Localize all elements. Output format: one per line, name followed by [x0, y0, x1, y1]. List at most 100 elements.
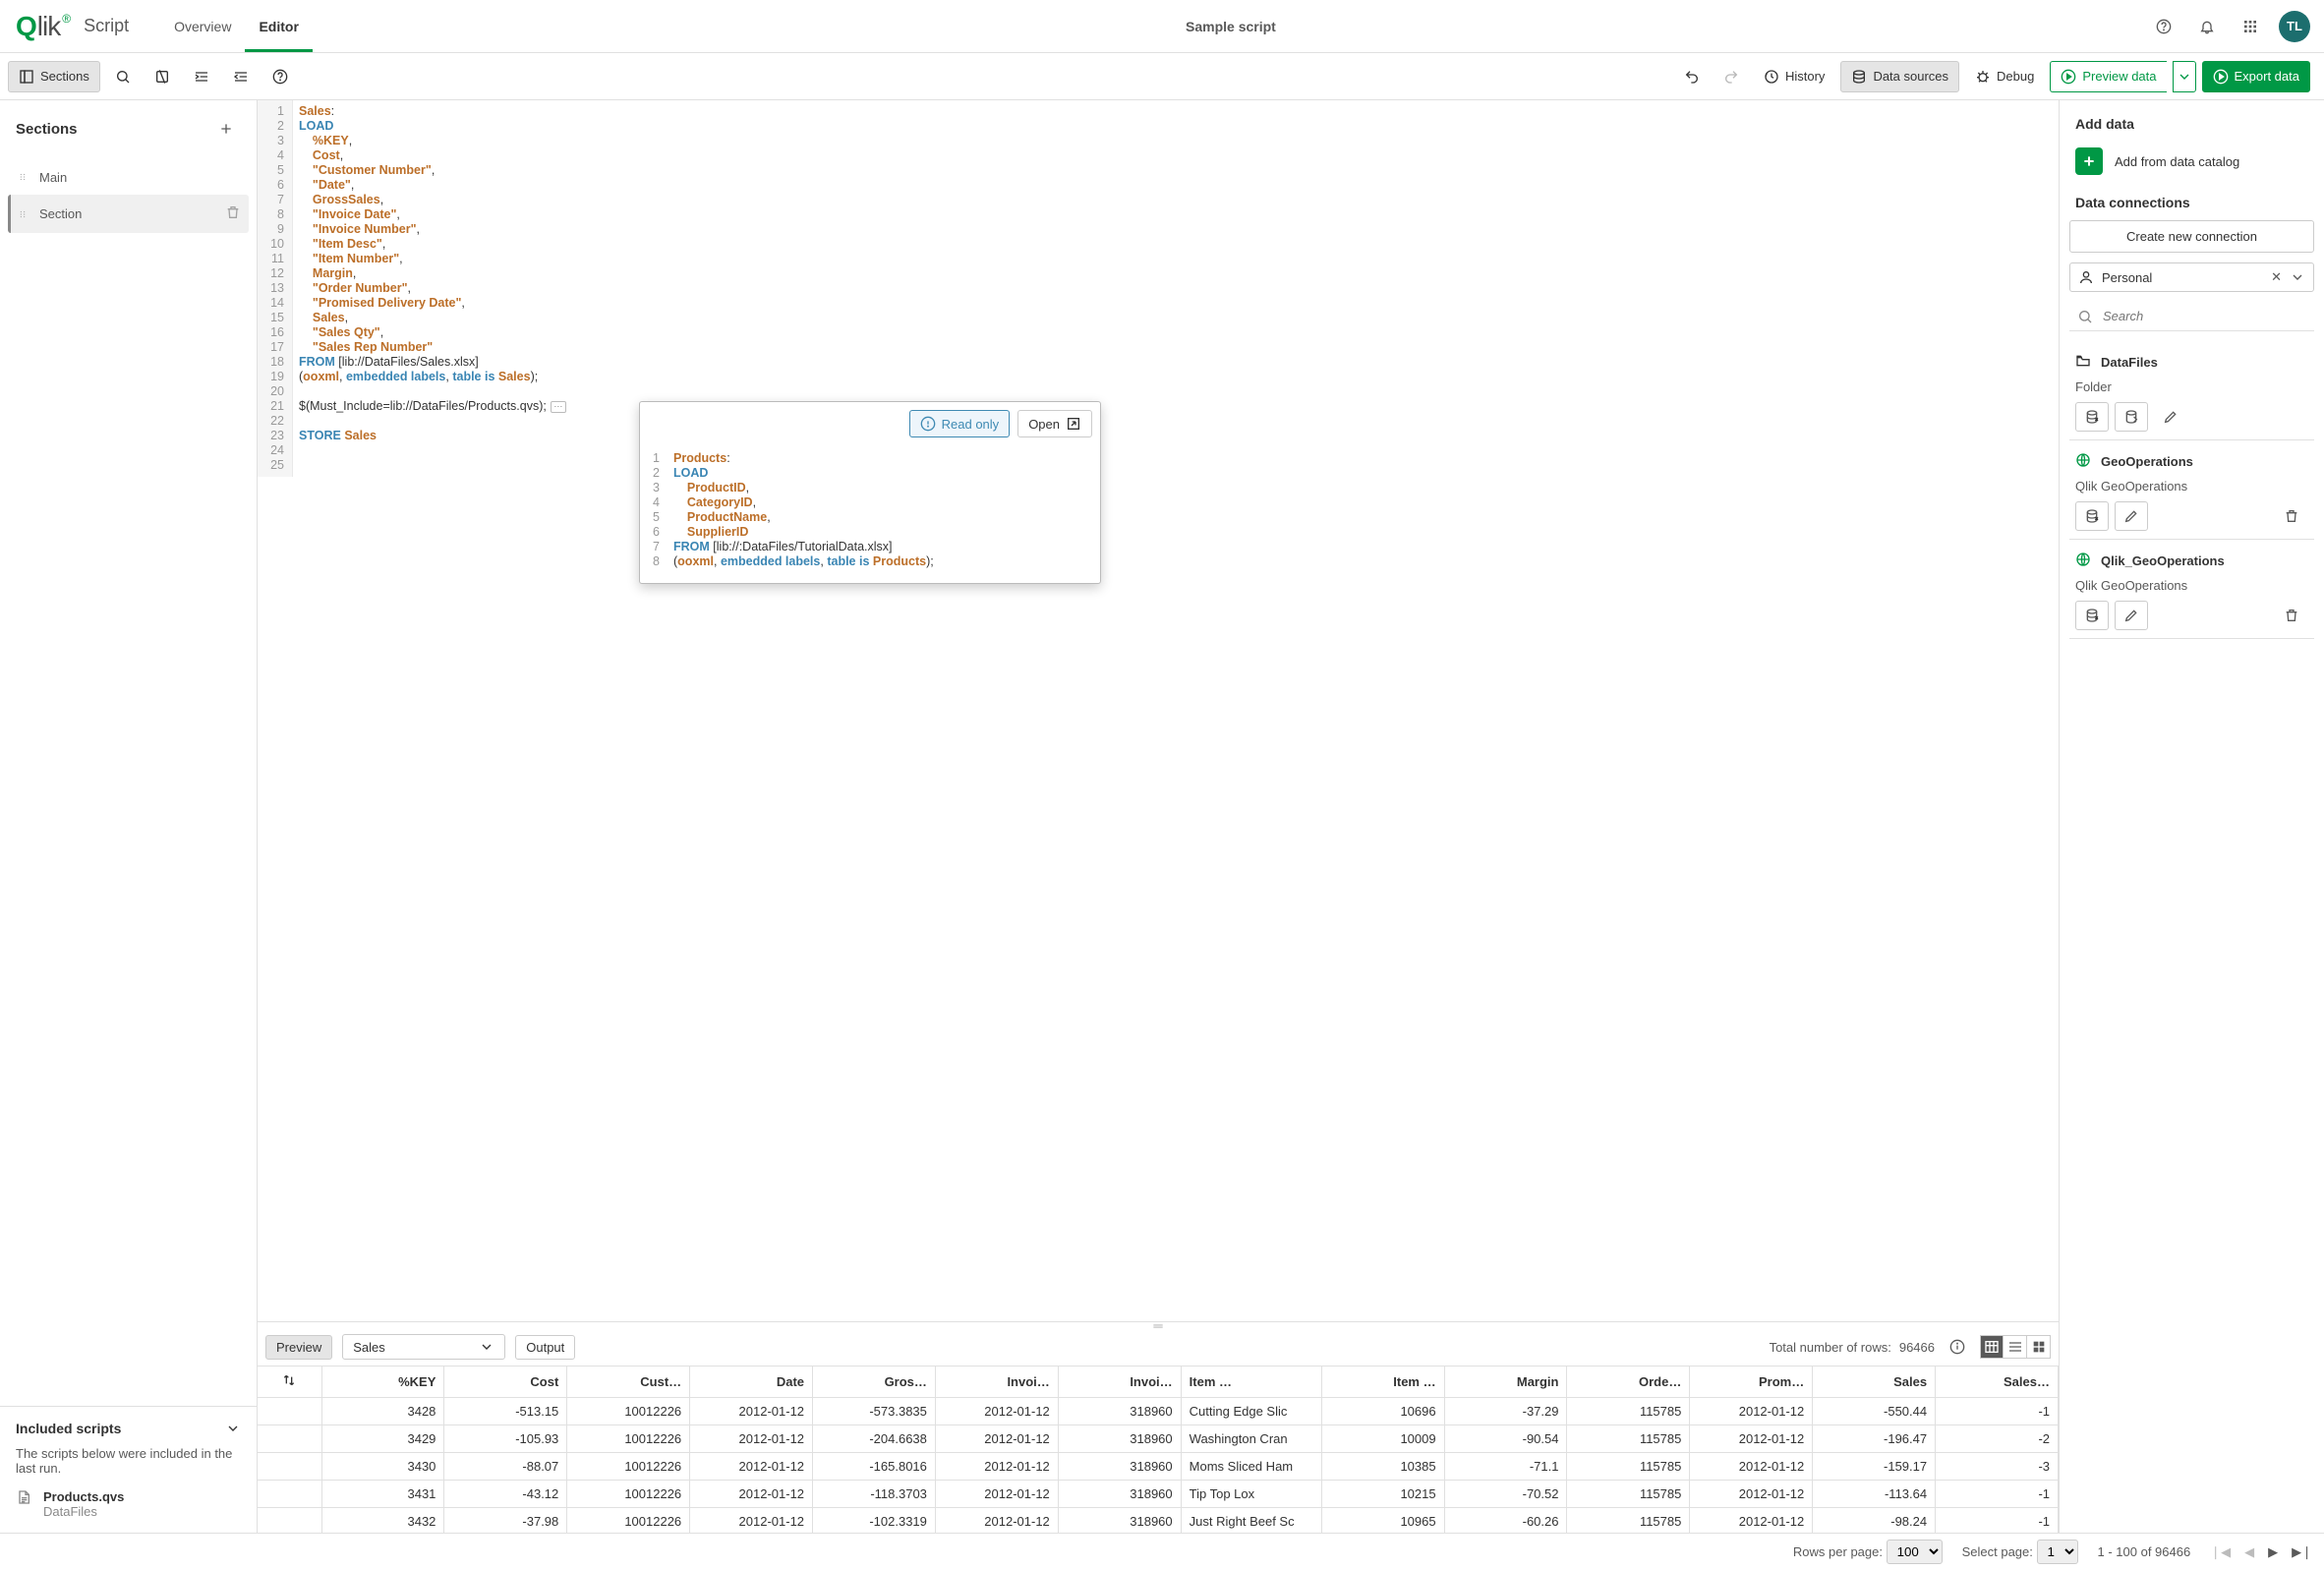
drag-handle-icon[interactable]	[16, 206, 29, 222]
undo-button[interactable]	[1675, 61, 1709, 92]
conn-action-edit[interactable]	[2115, 501, 2148, 531]
included-header[interactable]: Included scripts	[16, 1421, 241, 1436]
outdent-button[interactable]	[224, 61, 258, 92]
view-table[interactable]	[1980, 1335, 2004, 1359]
preview-panel: ═ Preview Sales Output Total number of r…	[258, 1321, 2059, 1533]
pager-last[interactable]: ▶❘	[2292, 1544, 2312, 1560]
add-data-title: Add data	[2075, 116, 2308, 132]
view-grid[interactable]	[2027, 1335, 2051, 1359]
pager-next[interactable]: ▶	[2268, 1544, 2278, 1560]
app-title: Script	[84, 16, 129, 36]
sort-column[interactable]	[258, 1366, 321, 1398]
conn-action-select[interactable]	[2075, 501, 2109, 531]
conn-action-select[interactable]	[2075, 402, 2109, 432]
tab-overview[interactable]: Overview	[160, 0, 245, 52]
output-button[interactable]: Output	[515, 1335, 575, 1360]
column-header[interactable]: Invoi…	[1058, 1366, 1181, 1398]
included-scripts: Included scripts The scripts below were …	[0, 1406, 257, 1533]
preview-data-dropdown[interactable]	[2173, 61, 2196, 92]
create-connection-button[interactable]: Create new connection	[2069, 220, 2314, 253]
chevron-down-icon[interactable]	[2290, 269, 2305, 285]
view-list[interactable]	[2004, 1335, 2027, 1359]
space-select[interactable]: Personal ✕	[2069, 262, 2314, 292]
toolbar-help-button[interactable]	[263, 61, 297, 92]
export-data-button[interactable]: Export data	[2202, 61, 2311, 92]
top-bar: Qlik® Script Overview Editor Sample scri…	[0, 0, 2324, 53]
clear-space[interactable]: ✕	[2271, 269, 2282, 285]
table-row: 3432-37.98100122262012-01-12-102.3319201…	[258, 1508, 2059, 1534]
column-header[interactable]: Cust…	[567, 1366, 690, 1398]
include-expand-icon[interactable]: ⋯	[551, 401, 566, 413]
search-input[interactable]	[2101, 308, 2306, 324]
conn-action-delete[interactable]	[2275, 501, 2308, 531]
included-script-entry[interactable]: Products.qvsDataFiles	[16, 1489, 241, 1519]
globe-icon	[2075, 452, 2091, 471]
column-header[interactable]: Date	[690, 1366, 813, 1398]
total-rows-value: 96466	[1899, 1340, 1935, 1355]
conn-action-edit-ghost[interactable]	[2154, 402, 2187, 432]
preview-table-select[interactable]: Sales	[342, 1334, 505, 1360]
history-button[interactable]: History	[1754, 61, 1834, 92]
section-label: Section	[39, 206, 82, 221]
column-header[interactable]: Prom…	[1690, 1366, 1813, 1398]
connections-title: Data connections	[2075, 195, 2308, 210]
sections-panel: Sections Main Section Included scripts T…	[0, 100, 258, 1533]
indent-button[interactable]	[185, 61, 218, 92]
doc-title: Sample script	[313, 19, 2149, 34]
pager-first[interactable]: ❘◀	[2210, 1544, 2231, 1560]
column-header[interactable]: Cost	[444, 1366, 567, 1398]
include-preview-popup: Read only Open 12345678 Products:LOAD Pr…	[639, 401, 1101, 584]
delete-section-button[interactable]	[225, 204, 241, 223]
column-header[interactable]: Sales…	[1936, 1366, 2059, 1398]
help-icon[interactable]	[2149, 12, 2179, 41]
apps-icon[interactable]	[2236, 12, 2265, 41]
connection-search[interactable]	[2069, 302, 2314, 331]
section-list: Main Section	[0, 151, 257, 241]
column-header[interactable]: %KEY	[321, 1366, 444, 1398]
conn-action-select[interactable]	[2075, 601, 2109, 630]
data-sources-button[interactable]: Data sources	[1840, 61, 1959, 92]
page-range: 1 - 100 of 96466	[2098, 1544, 2191, 1559]
add-section-button[interactable]	[211, 114, 241, 144]
conn-action-delete[interactable]	[2275, 601, 2308, 630]
included-desc: The scripts below were included in the l…	[16, 1446, 241, 1476]
column-header[interactable]: Orde…	[1567, 1366, 1690, 1398]
column-header[interactable]: Item …	[1321, 1366, 1444, 1398]
conn-action-edit[interactable]	[2115, 601, 2148, 630]
table-row: 3429-105.93100122262012-01-12-204.663820…	[258, 1425, 2059, 1453]
toolbar: Sections History Data sources Debug Prev…	[0, 53, 2324, 100]
column-header[interactable]: Gros…	[813, 1366, 936, 1398]
search-button[interactable]	[106, 61, 140, 92]
bell-icon[interactable]	[2192, 12, 2222, 41]
column-header[interactable]: Item …	[1181, 1366, 1321, 1398]
section-item[interactable]: Main	[8, 159, 249, 195]
page-select[interactable]: 1	[2037, 1540, 2078, 1564]
preview-data-button[interactable]: Preview data	[2050, 61, 2166, 92]
debug-button[interactable]: Debug	[1965, 61, 2044, 92]
section-item[interactable]: Section	[8, 195, 249, 233]
code-editor[interactable]: 1234567891011121314151617181920212223242…	[258, 100, 2059, 1321]
column-header[interactable]: Margin	[1444, 1366, 1567, 1398]
sections-button[interactable]: Sections	[8, 61, 100, 92]
user-icon	[2078, 269, 2094, 285]
conn-action-insert[interactable]	[2115, 402, 2148, 432]
avatar[interactable]: TL	[2279, 11, 2310, 42]
tab-editor[interactable]: Editor	[245, 0, 312, 52]
connection-entry: GeoOperations Qlik GeoOperations	[2069, 440, 2314, 540]
open-snippet-button[interactable]: Open	[1017, 410, 1092, 437]
table-row: 3430-88.07100122262012-01-12-165.8016201…	[258, 1453, 2059, 1481]
preview-button[interactable]: Preview	[265, 1335, 332, 1360]
connection-entry: Qlik_GeoOperations Qlik GeoOperations	[2069, 540, 2314, 639]
pager-prev[interactable]: ◀	[2244, 1544, 2254, 1560]
add-from-catalog[interactable]: Add from data catalog	[2069, 142, 2314, 181]
rows-per-page-select[interactable]: 100	[1887, 1540, 1943, 1564]
column-header[interactable]: Invoi…	[935, 1366, 1058, 1398]
preview-info-icon[interactable]	[1943, 1332, 1972, 1362]
select-page-label: Select page:	[1962, 1544, 2033, 1559]
drag-handle-icon[interactable]	[16, 169, 29, 185]
redo-button[interactable]	[1714, 61, 1748, 92]
column-header[interactable]: Sales	[1813, 1366, 1936, 1398]
comment-toggle-button[interactable]	[145, 61, 179, 92]
sections-title: Sections	[16, 121, 78, 138]
table-row: 3431-43.12100122262012-01-12-118.3703201…	[258, 1481, 2059, 1508]
